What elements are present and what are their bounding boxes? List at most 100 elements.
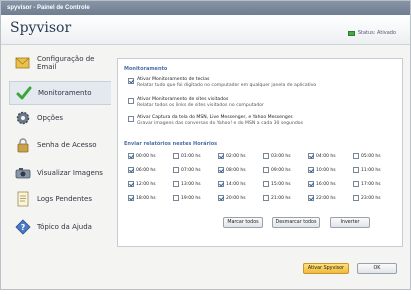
hour-option[interactable]: 05:00 hs [353,152,391,160]
hour-label: 00:00 hs [136,153,156,159]
hour-checkbox[interactable] [353,167,359,174]
hour-option[interactable]: 11:00 hs [353,166,391,174]
hour-checkbox[interactable] [218,153,224,160]
hour-option[interactable]: 14:00 hs [218,180,256,188]
hour-checkbox[interactable] [173,195,179,202]
hour-label: 10:00 hs [316,167,336,173]
hour-label: 22:00 hs [316,195,336,201]
hour-checkbox[interactable] [308,181,314,188]
reports-title: Enviar relatórios nestes Horários [124,141,218,147]
hour-option[interactable]: 22:00 hs [308,194,346,202]
hour-checkbox[interactable] [263,167,269,174]
gear-icon [16,111,30,125]
hour-label: 08:00 hs [226,167,246,173]
hour-label: 18:00 hs [136,195,156,201]
sites-checkbox[interactable] [128,97,134,104]
help-icon: ? [15,219,31,235]
hour-label: 01:00 hs [181,153,201,159]
option-label: Ativar Monitoramento de teclas [137,77,210,82]
status-indicator: Status: Ativado [347,30,396,36]
hour-option[interactable]: 16:00 hs [308,180,346,188]
sidebar-item-images[interactable]: Visualizar Imagens [9,161,111,185]
hour-checkbox[interactable] [353,195,359,202]
option-label: Ativar Captura da tela do MSN, Live Mess… [137,115,294,120]
hour-checkbox[interactable] [128,153,134,160]
monitoring-title: Monitoramento [124,66,168,72]
svg-text:?: ? [21,223,26,232]
hour-checkbox[interactable] [128,181,134,188]
sidebar-item-password[interactable]: Senha de Acesso [9,133,111,157]
invert-button[interactable]: Inverter [330,217,370,228]
hour-checkbox[interactable] [218,181,224,188]
sidebar-item-label: Visualizar Imagens [37,169,103,177]
hour-checkbox[interactable] [173,153,179,160]
hour-option[interactable]: 08:00 hs [218,166,256,174]
sidebar-item-help[interactable]: ? Tópico da Ajuda [9,215,111,239]
hour-option[interactable]: 07:00 hs [173,166,211,174]
hour-option[interactable]: 03:00 hs [263,152,301,160]
hour-option[interactable]: 23:00 hs [353,194,391,202]
sidebar-item-label: Monitoramento [38,89,92,97]
option-description: Relatar tudo que foi digitado no computa… [137,82,317,88]
hour-checkbox[interactable] [218,167,224,174]
sidebar-item-options[interactable]: Opções [9,106,111,130]
hour-checkbox[interactable] [218,195,224,202]
keystroke-checkbox[interactable] [128,77,134,84]
hour-option[interactable]: 00:00 hs [128,152,166,160]
hour-checkbox[interactable] [308,195,314,202]
activate-spyvisor-button[interactable]: Ativar Spyvisor [303,263,349,274]
option-screen-capture[interactable]: Ativar Captura da tela do MSN, Live Mess… [128,115,388,126]
screen-capture-checkbox[interactable] [128,115,134,122]
hour-option[interactable]: 15:00 hs [263,180,301,188]
hour-option[interactable]: 21:00 hs [263,194,301,202]
hour-option[interactable]: 19:00 hs [173,194,211,202]
status-light-icon [347,30,355,36]
hour-option[interactable]: 12:00 hs [128,180,166,188]
app-header: Spyvisor Status: Ativado [1,15,410,45]
status-label: Status: Ativado [357,30,396,36]
mark-all-button[interactable]: Marcar todos [223,217,263,228]
hour-label: 17:00 hs [361,181,381,187]
hour-label: 20:00 hs [226,195,246,201]
hour-checkbox[interactable] [263,153,269,160]
hour-label: 11:00 hs [361,167,381,173]
hour-option[interactable]: 04:00 hs [308,152,346,160]
hour-option[interactable]: 01:00 hs [173,152,211,160]
sidebar-item-monitoring[interactable]: Monitoramento [9,81,111,105]
checkmark-icon [16,86,32,100]
hour-label: 07:00 hs [181,167,201,173]
hour-checkbox[interactable] [308,153,314,160]
sidebar-item-logs[interactable]: Logs Pendentes [9,187,111,211]
hour-checkbox[interactable] [263,195,269,202]
unmark-all-button[interactable]: Desmarcar todos [272,217,320,228]
hour-checkbox[interactable] [173,181,179,188]
hour-label: 23:00 hs [361,195,381,201]
hour-label: 19:00 hs [181,195,201,201]
hour-checkbox[interactable] [263,181,269,188]
hour-option[interactable]: 09:00 hs [263,166,301,174]
hour-label: 06:00 hs [136,167,156,173]
hour-checkbox[interactable] [353,181,359,188]
hour-option[interactable]: 18:00 hs [128,194,166,202]
hour-checkbox[interactable] [308,167,314,174]
hour-option[interactable]: 10:00 hs [308,166,346,174]
hour-option[interactable]: 02:00 hs [218,152,256,160]
hour-option[interactable]: 06:00 hs [128,166,166,174]
sidebar-item-email[interactable]: Configuração de Email [9,51,111,75]
hour-label: 14:00 hs [226,181,246,187]
hour-checkbox[interactable] [128,167,134,174]
sidebar-item-label: Configuração de Email [37,55,95,71]
option-keystroke[interactable]: Ativar Monitoramento de teclas Relatar t… [128,77,388,88]
lock-icon [17,138,29,153]
hour-option[interactable]: 17:00 hs [353,180,391,188]
hour-option[interactable]: 20:00 hs [218,194,256,202]
option-sites[interactable]: Ativar Monitoramento de sites visitados … [128,97,388,108]
ok-button[interactable]: OK [357,263,397,274]
hour-checkbox[interactable] [353,153,359,160]
hour-checkbox[interactable] [173,167,179,174]
hour-label: 13:00 hs [181,181,201,187]
hour-checkbox[interactable] [128,195,134,202]
hour-option[interactable]: 13:00 hs [173,180,211,188]
camera-icon [15,168,31,179]
hours-grid: 00:00 hs 01:00 hs 02:00 hs 03:00 hs 04:00 hs… [128,152,398,212]
